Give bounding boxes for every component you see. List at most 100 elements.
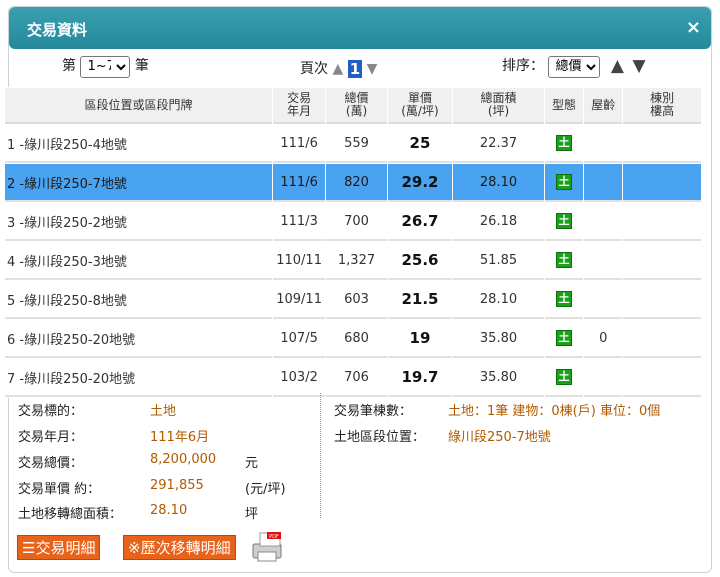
cell-type: 土 xyxy=(544,203,584,241)
cell-type: 土 xyxy=(544,320,584,358)
cell-area: 28.10 xyxy=(453,281,544,319)
land-type-icon: 土 xyxy=(555,369,572,385)
cell-floor xyxy=(623,125,701,163)
detail-unit-unit: (元/坪) xyxy=(245,482,286,497)
detail-total-unit: 元 xyxy=(245,456,259,471)
sort-select[interactable]: 總價 xyxy=(548,55,601,78)
cell-age xyxy=(584,164,623,202)
sort-label: 排序： xyxy=(502,58,544,74)
cell-floor xyxy=(623,320,701,358)
cell-total: 680 xyxy=(326,320,387,358)
detail-location-value: 綠川段250-7地號 xyxy=(448,430,551,445)
transfer-history-button[interactable]: ※歷次移轉明細 xyxy=(123,535,236,560)
cell-unit: 29.2 xyxy=(387,164,453,202)
cell-total: 559 xyxy=(326,125,387,163)
table-row[interactable]: 4 -綠川段250-3地號 110/11 1,327 25.6 51.85 土 xyxy=(5,242,701,280)
cell-floor xyxy=(623,164,701,202)
cell-address: 2 -綠川段250-7地號 xyxy=(5,164,272,202)
cell-age: 0 xyxy=(584,320,623,358)
close-icon[interactable]: × xyxy=(686,17,701,38)
cell-age xyxy=(584,203,623,241)
cell-type: 土 xyxy=(544,359,584,397)
cell-floor xyxy=(623,359,701,397)
land-type-icon: 土 xyxy=(555,135,572,151)
cell-total: 706 xyxy=(326,359,387,397)
detail-total: 交易總價： 8,200,000 元 xyxy=(18,452,259,471)
transaction-detail-button[interactable]: ☰交易明細 xyxy=(17,535,101,560)
cell-area: 35.80 xyxy=(453,320,544,358)
header-floor[interactable]: 棟別 樓高 xyxy=(623,88,701,124)
detail-unit-value: 291,855 xyxy=(150,478,204,493)
cell-address: 4 -綠川段250-3地號 xyxy=(5,242,272,280)
cell-address: 6 -綠川段250-20地號 xyxy=(5,320,272,358)
detail-location: 土地區段位置： 綠川段250-7地號 xyxy=(334,426,551,445)
detail-date-value: 111年6月 xyxy=(150,430,210,445)
detail-area-unit: 坪 xyxy=(245,507,259,522)
range-select[interactable]: 1~7 xyxy=(80,55,131,78)
cell-address: 7 -綠川段250-20地號 xyxy=(5,359,272,397)
cell-address: 1 -綠川段250-4地號 xyxy=(5,125,272,163)
sort-control: 排序： 總價 ▲ ▼ xyxy=(502,55,646,78)
detail-area: 土地移轉總面積： 28.10 坪 xyxy=(18,503,259,522)
cell-area: 26.18 xyxy=(453,203,544,241)
pager: 頁次 ▲ 1 ▼ xyxy=(300,58,377,78)
cell-area: 22.37 xyxy=(453,125,544,163)
table-row[interactable]: 7 -綠川段250-20地號 103/2 706 19.7 35.80 土 xyxy=(5,359,701,397)
range-selector: 第 1~7 筆 xyxy=(62,55,149,78)
cell-age xyxy=(584,125,623,163)
land-type-icon: 土 xyxy=(555,291,572,307)
cell-age xyxy=(584,242,623,280)
pdf-label: PDF xyxy=(269,534,279,540)
detail-unit: 交易單價 約： 291,855 (元/坪) xyxy=(18,478,286,497)
table-row[interactable]: 1 -綠川段250-4地號 111/6 559 25 22.37 土 xyxy=(5,125,701,163)
cell-age xyxy=(584,281,623,319)
cell-area: 51.85 xyxy=(453,242,544,280)
detail-count: 交易筆棟數： 土地：1筆 建物：0棟(戶) 車位：0個 xyxy=(334,400,660,419)
land-type-icon: 土 xyxy=(555,252,572,268)
land-type-icon: 土 xyxy=(555,330,572,346)
dialog-title: 交易資料 xyxy=(27,21,88,39)
cell-age xyxy=(584,359,623,397)
table-row[interactable]: 6 -綠川段250-20地號 107/5 680 19 35.80 土 0 xyxy=(5,320,701,358)
cell-date: 111/3 xyxy=(272,203,326,241)
sort-descending-icon[interactable]: ▼ xyxy=(632,56,645,76)
header-date[interactable]: 交易 年月 xyxy=(272,88,326,124)
cell-date: 111/6 xyxy=(272,164,326,202)
table-row[interactable]: 3 -綠川段250-2地號 111/3 700 26.7 26.18 土 xyxy=(5,203,701,241)
table-row-selected[interactable]: 2 -綠川段250-7地號 111/6 820 29.2 28.10 土 xyxy=(5,164,701,202)
cell-total: 820 xyxy=(326,164,387,202)
sort-ascending-icon[interactable]: ▲ xyxy=(611,56,624,76)
cell-date: 103/2 xyxy=(272,359,326,397)
detail-target: 交易標的： 土地 xyxy=(18,400,176,419)
cell-unit: 21.5 xyxy=(387,281,453,319)
cell-date: 111/6 xyxy=(272,125,326,163)
page-number[interactable]: 1 xyxy=(347,60,363,78)
cell-date: 107/5 xyxy=(272,320,326,358)
next-page-icon[interactable]: ▼ xyxy=(367,61,378,77)
cell-type: 土 xyxy=(544,242,584,280)
header-type[interactable]: 型態 xyxy=(544,88,584,124)
cell-date: 110/11 xyxy=(272,242,326,280)
header-address[interactable]: 區段位置或區段門牌 xyxy=(5,88,272,124)
prev-page-icon[interactable]: ▲ xyxy=(332,61,343,77)
header-total-price[interactable]: 總價 (萬) xyxy=(326,88,387,124)
dialog-titlebar: 交易資料 × xyxy=(9,7,711,49)
range-prefix: 第 xyxy=(62,58,76,74)
cell-floor xyxy=(623,242,701,280)
header-area[interactable]: 總面積 (坪) xyxy=(453,88,544,124)
header-unit-price[interactable]: 單價 (萬/坪) xyxy=(387,88,453,124)
detail-count-value: 土地：1筆 建物：0棟(戶) 車位：0個 xyxy=(448,404,661,419)
cell-type: 土 xyxy=(544,281,584,319)
range-suffix: 筆 xyxy=(134,58,149,74)
land-type-icon: 土 xyxy=(555,174,572,190)
detail-total-value: 8,200,000 xyxy=(150,452,217,467)
cell-floor xyxy=(623,203,701,241)
details-divider xyxy=(320,393,321,518)
land-type-icon: 土 xyxy=(555,213,572,229)
table-row[interactable]: 5 -綠川段250-8地號 109/11 603 21.5 28.10 土 xyxy=(5,281,701,319)
header-age[interactable]: 屋齡 xyxy=(584,88,623,124)
cell-total: 1,327 xyxy=(326,242,387,280)
pdf-print-icon[interactable]: PDF xyxy=(250,530,284,564)
cell-unit: 26.7 xyxy=(387,203,453,241)
cell-address: 5 -綠川段250-8地號 xyxy=(5,281,272,319)
